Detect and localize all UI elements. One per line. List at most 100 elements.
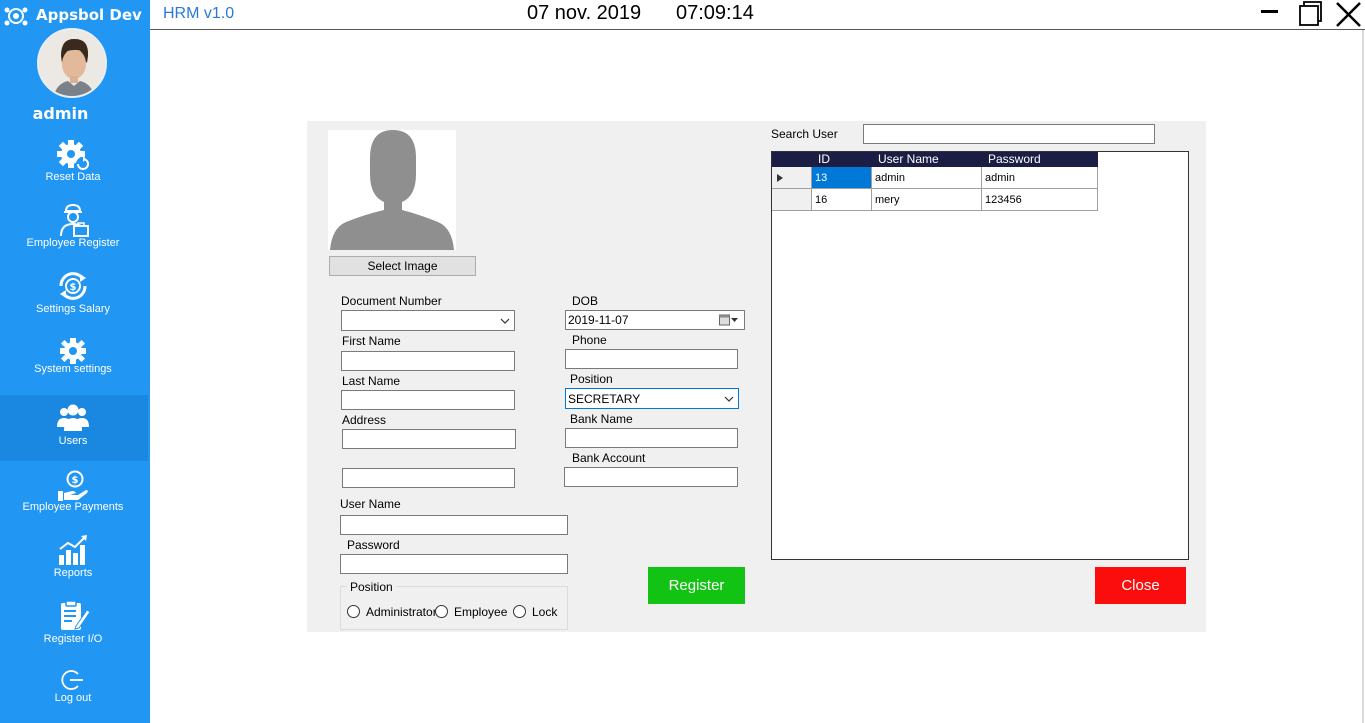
bank-name-field[interactable] xyxy=(565,428,738,448)
sidebar-item-label: Users xyxy=(58,435,88,447)
close-window-icon[interactable] xyxy=(1334,0,1362,28)
position-group-legend: Position xyxy=(347,580,396,594)
sidebar-item-label: Employee Register xyxy=(26,237,120,249)
sidebar-item-settings-salary[interactable]: $ Settings Salary xyxy=(0,266,148,330)
svg-text:$: $ xyxy=(70,282,77,293)
employee-icon xyxy=(60,203,89,237)
users-grid: ID User Name Password 13 admin admin 16 … xyxy=(771,151,1189,560)
position-label: Position xyxy=(570,372,613,386)
address-line-2-field[interactable] xyxy=(342,468,515,488)
address-field[interactable] xyxy=(342,429,516,449)
radio-label: Lock xyxy=(532,605,558,619)
search-user-input[interactable] xyxy=(863,124,1155,144)
select-image-button[interactable]: Select Image xyxy=(329,256,476,276)
payment-hand-icon: $ xyxy=(58,470,88,501)
radio-circle xyxy=(513,605,526,618)
sidebar-item-reset-data[interactable]: Reset Data xyxy=(0,134,148,198)
document-number-label: Document Number xyxy=(341,294,442,308)
radio-employee[interactable]: Employee xyxy=(435,604,508,620)
radio-circle xyxy=(347,605,360,618)
bank-name-label: Bank Name xyxy=(570,412,633,426)
password-label: Password xyxy=(347,538,400,552)
phone-label: Phone xyxy=(572,333,607,347)
phone-field[interactable] xyxy=(565,349,738,369)
clock-time: 07:09:14 xyxy=(676,2,754,24)
user-photo xyxy=(328,130,456,250)
column-header-id[interactable]: ID xyxy=(812,152,872,167)
sidebar-item-log-out[interactable]: Log out xyxy=(0,662,148,722)
table-cell[interactable]: admin xyxy=(872,167,982,189)
top-bar: HRM v1.0 07 nov. 2019 07:09:14 xyxy=(150,0,1365,30)
column-header-password[interactable]: Password xyxy=(982,152,1098,167)
radio-circle xyxy=(435,605,448,618)
window-edge xyxy=(1362,30,1364,723)
document-number-select[interactable] xyxy=(341,310,515,331)
brand: Appsbol Dev xyxy=(0,0,150,30)
users-icon xyxy=(57,404,89,431)
sidebar-item-label: Settings Salary xyxy=(36,303,110,315)
first-name-label: First Name xyxy=(342,334,401,348)
close-button[interactable]: Close xyxy=(1095,567,1186,604)
dob-label: DOB xyxy=(572,294,599,308)
sidebar-item-register-io[interactable]: Register I/O xyxy=(0,596,148,660)
current-user-name: admin xyxy=(32,104,89,123)
svg-text:$: $ xyxy=(72,475,79,486)
logout-icon xyxy=(61,670,83,690)
column-header-user-name[interactable]: User Name xyxy=(872,152,982,167)
brand-logo-icon xyxy=(4,7,28,26)
dob-value: 2019-11-07 xyxy=(568,313,629,327)
grid-corner-header xyxy=(772,152,812,167)
sidebar: Appsbol Dev admin Reset Data Employee Re… xyxy=(0,0,150,723)
sidebar-item-label: Employee Payments xyxy=(22,501,124,513)
sidebar-item-label: Reports xyxy=(53,567,93,579)
table-cell[interactable]: 123456 xyxy=(982,189,1098,211)
sidebar-item-label: System settings xyxy=(34,363,112,375)
radio-label: Employee xyxy=(454,605,508,619)
user-form-panel: Select Image Document Number First Name … xyxy=(307,121,1206,632)
table-cell[interactable]: mery xyxy=(872,189,982,211)
user-name-field[interactable] xyxy=(340,515,568,535)
sidebar-item-employee-payments[interactable]: $ Employee Payments xyxy=(0,464,148,528)
row-header-current[interactable] xyxy=(772,167,812,189)
sidebar-item-system-settings[interactable]: System settings xyxy=(0,332,148,396)
first-name-field[interactable] xyxy=(341,351,515,371)
current-row-arrow-icon xyxy=(777,174,783,182)
position-radio-group: Position Administrator Employee Lock xyxy=(340,580,568,630)
radio-label: Administrator xyxy=(366,605,437,619)
dob-date-picker[interactable]: 2019-11-07 xyxy=(565,310,745,330)
radio-lock[interactable]: Lock xyxy=(513,604,563,620)
address-label: Address xyxy=(342,413,387,427)
position-value: SECRETARY xyxy=(568,392,641,406)
gear-refresh-icon xyxy=(57,140,90,171)
last-name-label: Last Name xyxy=(342,374,401,388)
radio-administrator[interactable]: Administrator xyxy=(347,604,437,620)
row-header[interactable] xyxy=(772,189,812,211)
minimize-icon[interactable] xyxy=(1256,0,1284,28)
table-cell[interactable]: 13 xyxy=(812,167,872,189)
search-user-label: Search User xyxy=(771,127,838,141)
table-cell[interactable]: 16 xyxy=(812,189,872,211)
sidebar-item-employee-register[interactable]: Employee Register xyxy=(0,200,148,264)
sidebar-item-users[interactable]: Users xyxy=(0,395,148,461)
chevron-down-icon xyxy=(724,396,734,402)
sidebar-item-reports[interactable]: Reports xyxy=(0,530,148,594)
password-field[interactable] xyxy=(340,554,568,574)
chart-icon xyxy=(59,535,87,565)
register-button[interactable]: Register xyxy=(648,567,745,604)
bank-account-label: Bank Account xyxy=(572,451,646,465)
app-version: HRM v1.0 xyxy=(163,5,235,22)
user-name-label: User Name xyxy=(340,497,401,511)
brand-name: Appsbol Dev xyxy=(36,6,142,24)
sidebar-item-label: Register I/O xyxy=(43,633,103,645)
table-cell[interactable]: admin xyxy=(982,167,1098,189)
salary-refresh-icon: $ xyxy=(59,272,87,300)
chevron-down-icon xyxy=(500,318,510,324)
sidebar-item-label: Log out xyxy=(54,692,92,704)
sidebar-item-label: Reset Data xyxy=(45,171,101,183)
maximize-icon[interactable] xyxy=(1295,0,1323,28)
clock-date: 07 nov. 2019 xyxy=(527,2,642,24)
position-select[interactable]: SECRETARY xyxy=(565,388,739,409)
last-name-field[interactable] xyxy=(341,390,515,410)
bank-account-field[interactable] xyxy=(564,467,738,487)
person-silhouette-icon xyxy=(328,130,456,250)
